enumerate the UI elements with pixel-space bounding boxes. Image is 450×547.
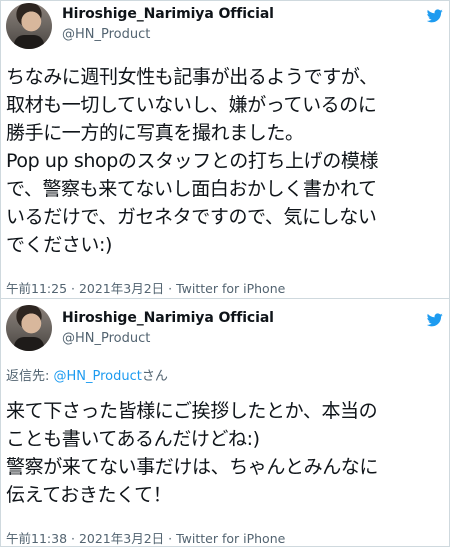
author-handle[interactable]: @HN_Product	[62, 27, 150, 42]
tweet-timestamp[interactable]: 午前11:25 · 2021年3月2日 · Twitter for iPhone	[6, 278, 285, 297]
twitter-bird-icon[interactable]	[427, 313, 443, 327]
tweet-timestamp[interactable]: 午前11:38 · 2021年3月2日 · Twitter for iPhone	[6, 528, 285, 547]
reply-suffix: さん	[141, 369, 168, 384]
reply-mention-link[interactable]: @HN_Product	[54, 369, 142, 384]
author-avatar[interactable]	[6, 3, 52, 49]
author-avatar[interactable]	[6, 305, 52, 351]
tweet-card[interactable]: Hiroshige_Narimiya Official @HN_Product …	[1, 1, 449, 298]
tweet-text: 来て下さった皆様にご挨拶したとか、本当の ことも書いてあるんだけどね:) 警察が…	[6, 400, 379, 506]
reply-context: 返信先: @HN_Productさん	[6, 365, 168, 384]
tweet-card[interactable]: Hiroshige_Narimiya Official @HN_Product …	[1, 299, 449, 546]
author-display-name[interactable]: Hiroshige_Narimiya Official	[62, 6, 274, 22]
reply-prefix: 返信先:	[6, 369, 54, 384]
author-handle[interactable]: @HN_Product	[62, 331, 150, 346]
screenshot-frame: Hiroshige_Narimiya Official @HN_Product …	[0, 0, 450, 547]
twitter-bird-icon[interactable]	[427, 9, 443, 23]
author-display-name[interactable]: Hiroshige_Narimiya Official	[62, 310, 274, 326]
tweet-text: ちなみに週刊女性も記事が出るようですが、 取材も一切していないし、嫌がっているの…	[6, 66, 379, 256]
